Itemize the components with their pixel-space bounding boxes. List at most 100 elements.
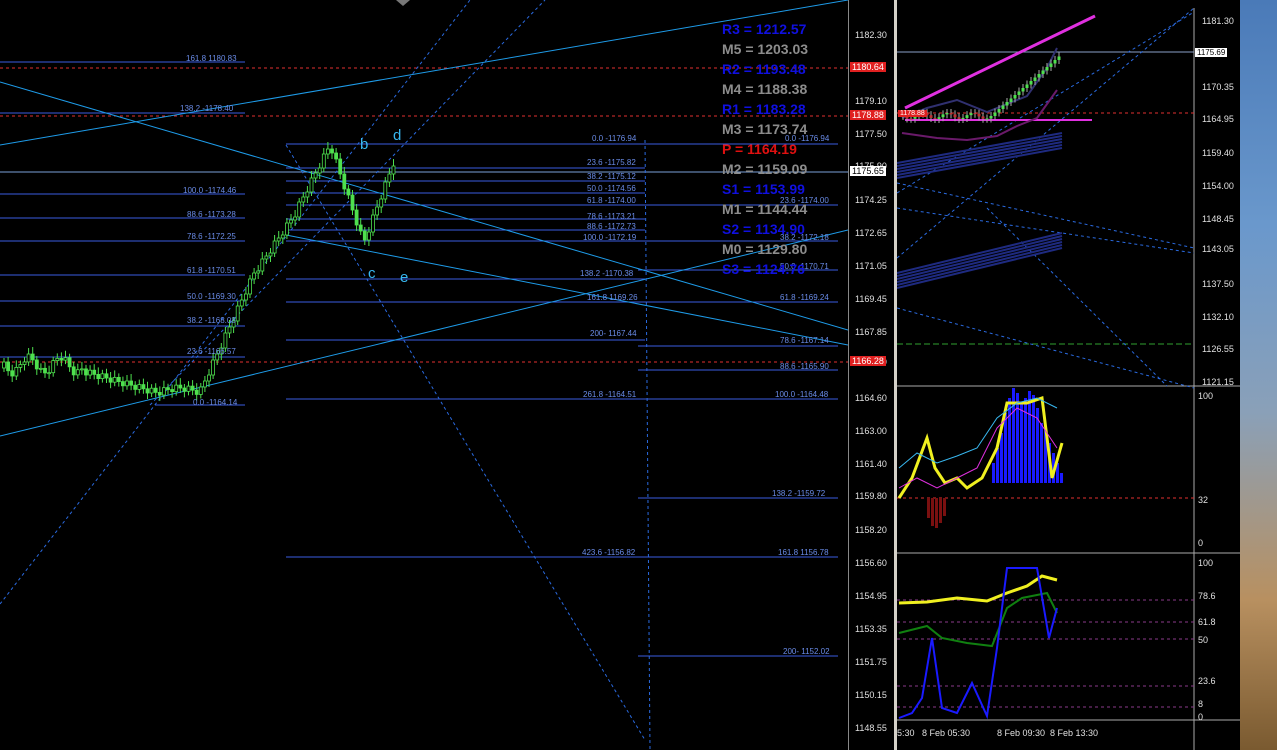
candle-body (272, 240, 277, 254)
secondary-axis-tick: 1164.95 (1202, 114, 1234, 124)
main-axis-tick: 1179.10 (855, 96, 887, 106)
secondary-candle-body (929, 115, 933, 118)
fib-left-label: 100.0 -1174.46 (183, 186, 237, 195)
histogram-bar-red (939, 498, 942, 523)
pivot-level: M1 = 1144.44 (722, 201, 808, 217)
desktop-background (1240, 0, 1277, 750)
pivot-level: M0 = 1129.80 (722, 241, 808, 257)
candle-body (338, 158, 343, 175)
candle-body (59, 357, 64, 361)
candle-body (379, 198, 384, 208)
candle-body (153, 387, 158, 393)
histogram-bar-red (931, 498, 934, 526)
secondary-axis-tick: 1121.15 (1202, 377, 1234, 387)
time-axis-label: 8 Feb 13:30 (1050, 728, 1099, 738)
price-tag-lower-red: 1178.88 (850, 110, 886, 120)
secondary-candle-body (1017, 91, 1021, 95)
candle-body (358, 224, 363, 232)
secondary-axis-tick: 1132.10 (1202, 312, 1234, 322)
candle-body (121, 381, 125, 387)
wave-label-c: c (368, 265, 376, 282)
candle-body (178, 384, 183, 389)
secondary-axis-tick: 1143.05 (1202, 244, 1234, 254)
candle-body (14, 367, 19, 377)
candle-body (366, 231, 371, 241)
candle-body (47, 372, 51, 375)
main-axis-tick: 1169.45 (855, 294, 887, 304)
secondary-candle-body (1029, 81, 1033, 85)
histogram-bar-blue (1020, 403, 1023, 483)
candle-body (26, 353, 31, 363)
fib-left-label: 88.6 -1173.28 (187, 210, 236, 219)
main-axis-tick: 1153.35 (855, 624, 887, 634)
secondary-candle-body (945, 113, 949, 115)
candle-body (30, 353, 35, 361)
histogram-bar-blue (996, 448, 999, 483)
candle-body (223, 332, 228, 349)
candle-body (88, 369, 92, 376)
main-axis-tick: 1150.15 (855, 690, 887, 700)
candle-body (63, 357, 68, 361)
main-chart-canvas[interactable] (0, 0, 848, 750)
fib-right-label: 61.8 -1169.24 (780, 293, 829, 302)
fib-right-label: 78.6 -1167.14 (780, 336, 829, 345)
secondary-candle-body (1001, 105, 1005, 109)
secondary-candle-body (965, 115, 969, 118)
trendline (0, 229, 848, 437)
candle-body (43, 367, 47, 374)
pivot-level: M3 = 1173.74 (722, 121, 808, 137)
main-axis-tick: 1163.00 (855, 426, 887, 436)
trendline (0, 0, 848, 146)
fib-right-label: 100.0 -1164.48 (775, 390, 829, 399)
secondary-axis-tick: 1137.50 (1202, 279, 1234, 289)
oscillator2-level: 100 (1198, 558, 1214, 568)
oscillator2-level: 8 (1198, 699, 1204, 709)
candle-body (166, 387, 170, 390)
wave-label-b: b (360, 136, 369, 153)
main-axis-tick: 1167.85 (855, 327, 887, 337)
candle-body (22, 361, 27, 365)
main-axis-tick: 1148.55 (855, 723, 887, 733)
candle-body (18, 364, 23, 368)
candle-body (362, 230, 367, 241)
main-axis-tick: 1171.05 (855, 261, 887, 271)
fib-left-label: 0.0 -1164.14 (193, 398, 238, 407)
price-tag-bottom-red: 1166.28 (850, 356, 886, 366)
candle-body (248, 278, 252, 295)
secondary-candle-body (957, 117, 961, 119)
candle-body (305, 191, 310, 198)
scroll-marker-icon (396, 0, 410, 6)
histogram-bar-blue (1032, 395, 1035, 483)
histogram-bar-blue (1024, 398, 1027, 483)
secondary-candle-body (1049, 63, 1053, 67)
candle-body (264, 255, 269, 260)
secondary-chart-window[interactable]: 1181.30 1170.35 1164.95 1159.40 1154.00 1148.… (897, 8, 1240, 750)
candle-body (235, 305, 240, 322)
candle-body (161, 387, 166, 396)
secondary-chart-canvas[interactable] (897, 8, 1240, 750)
candle-body (239, 299, 244, 307)
candle-body (104, 373, 109, 379)
secondary-candle-body (1005, 102, 1009, 106)
histogram-bar-blue (992, 463, 995, 483)
secondary-candle-body (933, 117, 937, 119)
price-tag-upper-red: 1180.64 (850, 62, 886, 72)
candle-body (276, 237, 281, 242)
secondary-axis-tick: 1126.55 (1202, 344, 1234, 354)
candle-body (346, 188, 351, 196)
pivot-level: R1 = 1183.28 (722, 101, 806, 117)
main-price-chart[interactable]: 161.8 1180.83 138.2 -1178.40 100.0 -1174.4… (0, 0, 848, 750)
main-price-axis[interactable]: 1182.301179.101177.501175.901174.251172.… (848, 0, 895, 750)
fib-mid-label: 38.2 -1175.12 (587, 172, 636, 181)
time-axis-label: 8 Feb 05:30 (922, 728, 971, 738)
fib-mid-label: 161.8 1169.26 (587, 293, 638, 302)
main-axis-tick: 1182.30 (855, 30, 887, 40)
main-axis-tick: 1174.25 (855, 195, 887, 205)
main-axis-tick: 1164.60 (855, 393, 887, 403)
fib-right-label: 161.8 1156.78 (778, 548, 829, 557)
secondary-axis-tick: 1148.45 (1202, 214, 1234, 224)
candle-body (202, 380, 207, 388)
candle-body (10, 370, 15, 377)
candle-body (80, 368, 84, 371)
oscillator2-level: 61.8 (1198, 617, 1216, 627)
